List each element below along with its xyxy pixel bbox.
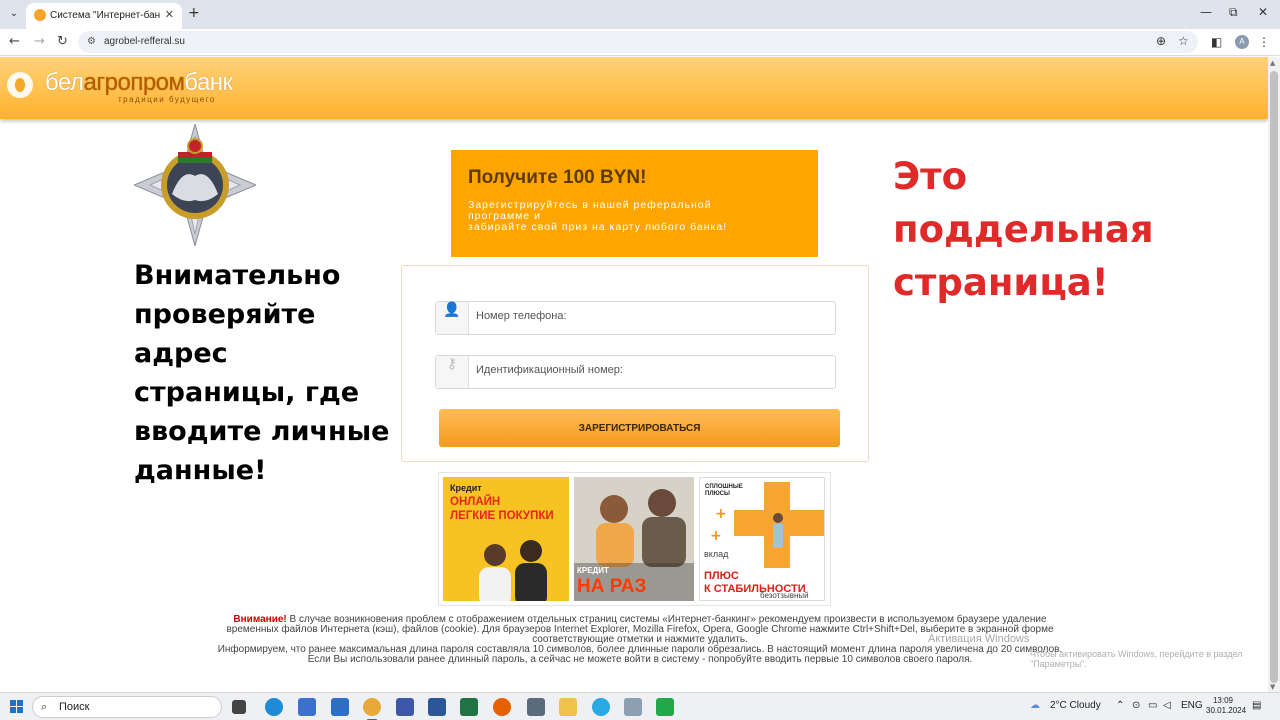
banner-3-line-1: ПЛЮС <box>704 570 739 582</box>
minimize-button[interactable]: — <box>1200 5 1212 19</box>
windows-activation-title: Активация Windows <box>928 633 1030 645</box>
tray-expand-icon[interactable]: ⌃ <box>1116 700 1124 711</box>
bank-tagline: традиции будущего <box>118 95 216 104</box>
store-icon[interactable] <box>298 698 316 716</box>
app-icon[interactable] <box>624 698 642 716</box>
banner-1-small: Кредит <box>450 483 482 493</box>
registration-form: 👤 ⚷ ЗАРЕГИСТРИРОВАТЬСЯ <box>401 265 869 462</box>
banner-credit-online[interactable]: Кредит ОНЛАЙН ЛЕГКИЕ ПОКУПКИ <box>443 477 569 601</box>
back-icon[interactable]: ← <box>9 34 20 49</box>
plus-icon: + <box>715 506 727 522</box>
id-number-input[interactable] <box>476 364 826 376</box>
taskbar-search-label: Поиск <box>59 701 90 713</box>
clock-date: 30.01.2024 <box>1206 706 1247 715</box>
volume-icon[interactable]: ◁ <box>1163 700 1171 711</box>
browser-tabstrip: ⌄ Система "Интернет-банкинг" ✕ + — ⧉ ✕ <box>0 0 1280 29</box>
banner-3-mid: вклад <box>704 549 729 559</box>
id-number-field[interactable]: ⚷ <box>435 355 836 389</box>
bank-logo-icon[interactable] <box>7 72 33 98</box>
save-app-icon[interactable] <box>396 698 414 716</box>
windows-taskbar: ⌕ Поиск ☁ 2°C Cloudy ⌃ ⊙ ▭ ◁ ENG 13:09 3… <box>0 692 1280 720</box>
weather-text[interactable]: 2°C Cloudy <box>1050 700 1101 711</box>
app-green-icon[interactable] <box>656 698 674 716</box>
key-icon: ⚷ <box>436 356 469 388</box>
tab-close-icon[interactable]: ✕ <box>165 8 174 21</box>
banner-3-footer: безотзывный <box>760 591 809 600</box>
phone-field[interactable]: 👤 <box>435 301 836 335</box>
register-button[interactable]: ЗАРЕГИСТРИРОВАТЬСЯ <box>439 409 840 447</box>
user-icon: 👤 <box>436 302 469 334</box>
calculator-icon[interactable] <box>527 698 545 716</box>
telegram-icon[interactable] <box>592 698 610 716</box>
display-icon[interactable]: ▭ <box>1148 700 1157 711</box>
excel-icon[interactable] <box>460 698 478 716</box>
edge-icon[interactable] <box>265 698 283 716</box>
promo-text-line-2: забирайте свой приз на карту любого банк… <box>468 221 728 233</box>
chrome-icon[interactable] <box>363 698 381 720</box>
screen: ⌄ Система "Интернет-банкинг" ✕ + — ⧉ ✕ ←… <box>0 0 1280 720</box>
browser-toolbar: ← → ↻ ⚙ agrobel-refferal.su ⊕ ☆ ◧ A ⋮ <box>0 29 1280 56</box>
folder-icon[interactable] <box>559 698 577 716</box>
clock[interactable]: 13:09 30.01.2024 <box>1206 696 1247 716</box>
scroll-down-icon[interactable]: ▼ <box>1270 683 1275 691</box>
close-window-button[interactable]: ✕ <box>1258 5 1268 19</box>
banner-2-small: КРЕДИТ <box>577 566 609 575</box>
page-scrollbar[interactable]: ▲ ▼ <box>1268 57 1280 692</box>
promo-title: Получите 100 BYN! <box>468 167 647 188</box>
scroll-thumb[interactable] <box>1270 71 1278 683</box>
banner-3-plus-graphic <box>734 482 824 568</box>
ad-banners: Кредит ОНЛАЙН ЛЕГКИЕ ПОКУПКИ КРЕДИТ НА Р… <box>438 472 831 606</box>
site-info-icon[interactable]: ⚙ <box>87 36 96 47</box>
reload-icon[interactable]: ↻ <box>57 34 68 49</box>
browser-tab[interactable]: Система "Интернет-банкинг" ✕ <box>26 3 182 29</box>
restore-button[interactable]: ⧉ <box>1229 5 1238 20</box>
site-favicon-icon <box>34 9 46 21</box>
windows-start-icon[interactable] <box>10 700 24 714</box>
url-text: agrobel-refferal.su <box>104 36 185 47</box>
profile-avatar[interactable]: A <box>1235 35 1249 49</box>
banner-1-line-1: ОНЛАЙН <box>450 496 501 508</box>
word-icon[interactable] <box>428 698 446 716</box>
tab-search-menu-icon[interactable]: ⌄ <box>5 5 23 23</box>
search-icon: ⌕ <box>41 700 48 713</box>
bank-logo-text[interactable]: белагропромбанк <box>45 69 233 97</box>
promo-text-line-1: Зарегистрируйтесь в нашей реферальной пр… <box>468 199 712 222</box>
banner-2-headline: НА РАЗ <box>577 576 647 597</box>
new-tab-button[interactable]: + <box>188 5 200 21</box>
banner-1-line-2: ЛЕГКИЕ ПОКУПКИ <box>450 510 554 522</box>
network-icon[interactable]: ⊙ <box>1132 700 1140 711</box>
task-view-icon[interactable] <box>232 700 246 714</box>
phone-input[interactable] <box>476 310 826 322</box>
promo-banner: Получите 100 BYN! Зарегистрируйтесь в на… <box>451 150 818 257</box>
firefox-icon[interactable] <box>493 698 511 716</box>
tab-title: Система "Интернет-банкинг" <box>50 10 160 21</box>
sidebar-icon[interactable]: ◧ <box>1211 35 1222 49</box>
address-bar[interactable]: ⚙ agrobel-refferal.su ⊕ ☆ <box>78 31 1198 53</box>
weather-icon[interactable]: ☁ <box>1030 700 1040 711</box>
browser-menu-icon[interactable]: ⋮ <box>1258 35 1270 49</box>
security-warning-left: Внимательно проверяйте адрес страницы, г… <box>134 260 390 486</box>
banner-1-headline: ОНЛАЙН ЛЕГКИЕ ПОКУПКИ <box>450 495 568 523</box>
taskbar-search[interactable]: ⌕ Поиск <box>32 696 222 718</box>
forward-icon[interactable]: → <box>34 34 45 49</box>
zoom-icon[interactable]: ⊕ <box>1156 34 1166 48</box>
promo-text: Зарегистрируйтесь в нашей реферальной пр… <box>468 200 768 233</box>
banner-credit-once[interactable]: КРЕДИТ НА РАЗ <box>574 477 694 601</box>
notice-paragraph-2: Информируем, что ранее максимальная длин… <box>217 644 1063 665</box>
emblem-badge-icon <box>134 124 256 246</box>
banner-3-small-line-2: ПЛЮСЫ <box>705 491 730 497</box>
mail-icon[interactable] <box>331 698 349 716</box>
language-indicator[interactable]: ENG <box>1181 700 1203 711</box>
banner-deposit[interactable]: СПЛОШНЫЕ ПЛЮСЫ + + вклад ПЛЮС К СТАБИЛЬН… <box>699 477 825 601</box>
windows-activation-subtitle: Чтобы активировать Windows, перейдите в … <box>1030 649 1243 669</box>
bookmark-star-icon[interactable]: ☆ <box>1178 34 1189 48</box>
scroll-up-icon[interactable]: ▲ <box>1270 59 1275 67</box>
fake-page-warning: Это поддельная страница! <box>893 155 1154 304</box>
plus-icon: + <box>710 528 722 544</box>
clock-time: 13:09 <box>1212 696 1234 705</box>
banner-1-people-image <box>479 540 547 601</box>
notifications-icon[interactable]: ▤ <box>1252 700 1261 711</box>
